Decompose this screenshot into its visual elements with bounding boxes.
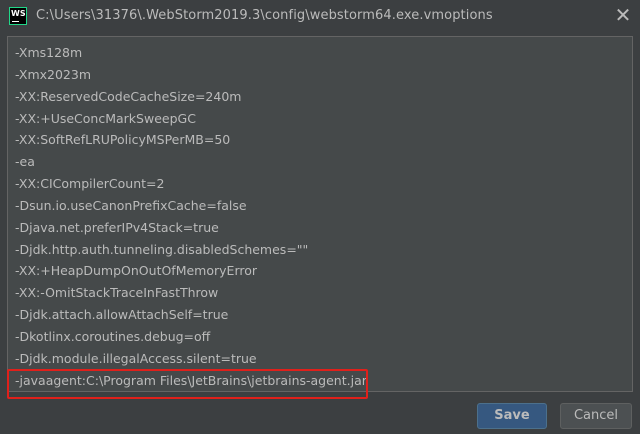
cancel-button[interactable]: Cancel (560, 403, 632, 429)
editor-line[interactable]: -Xms128m (15, 42, 367, 64)
editor-line-javaagent[interactable]: -javaagent:C:\Program Files\JetBrains\je… (15, 370, 367, 391)
editor-line[interactable]: -Djdk.module.illegalAccess.silent=true (15, 348, 367, 370)
editor-line[interactable]: -XX:ReservedCodeCacheSize=240m (15, 86, 367, 108)
editor-line[interactable]: -Djava.net.preferIPv4Stack=true (15, 217, 367, 239)
editor-lines: -Xms128m -Xmx2023m -XX:ReservedCodeCache… (15, 42, 367, 391)
editor-line[interactable]: -Dsun.io.useCanonPrefixCache=false (15, 195, 367, 217)
app-icon-underline (12, 21, 19, 22)
vmoptions-editor[interactable]: -Xms128m -Xmx2023m -XX:ReservedCodeCache… (7, 36, 633, 392)
editor-line[interactable]: -XX:CICompilerCount=2 (15, 173, 367, 195)
editor-line[interactable]: -XX:+UseConcMarkSweepGC (15, 108, 367, 130)
app-icon-label: WS (11, 9, 26, 18)
editor-line[interactable]: -XX:+HeapDumpOnOutOfMemoryError (15, 260, 367, 282)
vmoptions-dialog: WS C:\Users\31376\.WebStorm2019.3\config… (0, 0, 640, 434)
title-bar[interactable]: WS C:\Users\31376\.WebStorm2019.3\config… (0, 0, 640, 34)
window-title: C:\Users\31376\.WebStorm2019.3\config\we… (36, 8, 493, 23)
save-button[interactable]: Save (477, 403, 547, 429)
editor-line[interactable]: -ea (15, 151, 367, 173)
editor-line[interactable]: -Djdk.http.auth.tunneling.disabledScheme… (15, 239, 367, 261)
editor-line[interactable]: -XX:SoftRefLRUPolicyMSPerMB=50 (15, 129, 367, 151)
editor-line[interactable]: -Xmx2023m (15, 64, 367, 86)
editor-line[interactable]: -XX:-OmitStackTraceInFastThrow (15, 282, 367, 304)
webstorm-app-icon: WS (9, 7, 27, 25)
editor-line[interactable]: -Djdk.attach.allowAttachSelf=true (15, 304, 367, 326)
editor-line[interactable]: -Dkotlinx.coroutines.debug=off (15, 326, 367, 348)
close-icon[interactable]: ✕ (608, 2, 638, 30)
